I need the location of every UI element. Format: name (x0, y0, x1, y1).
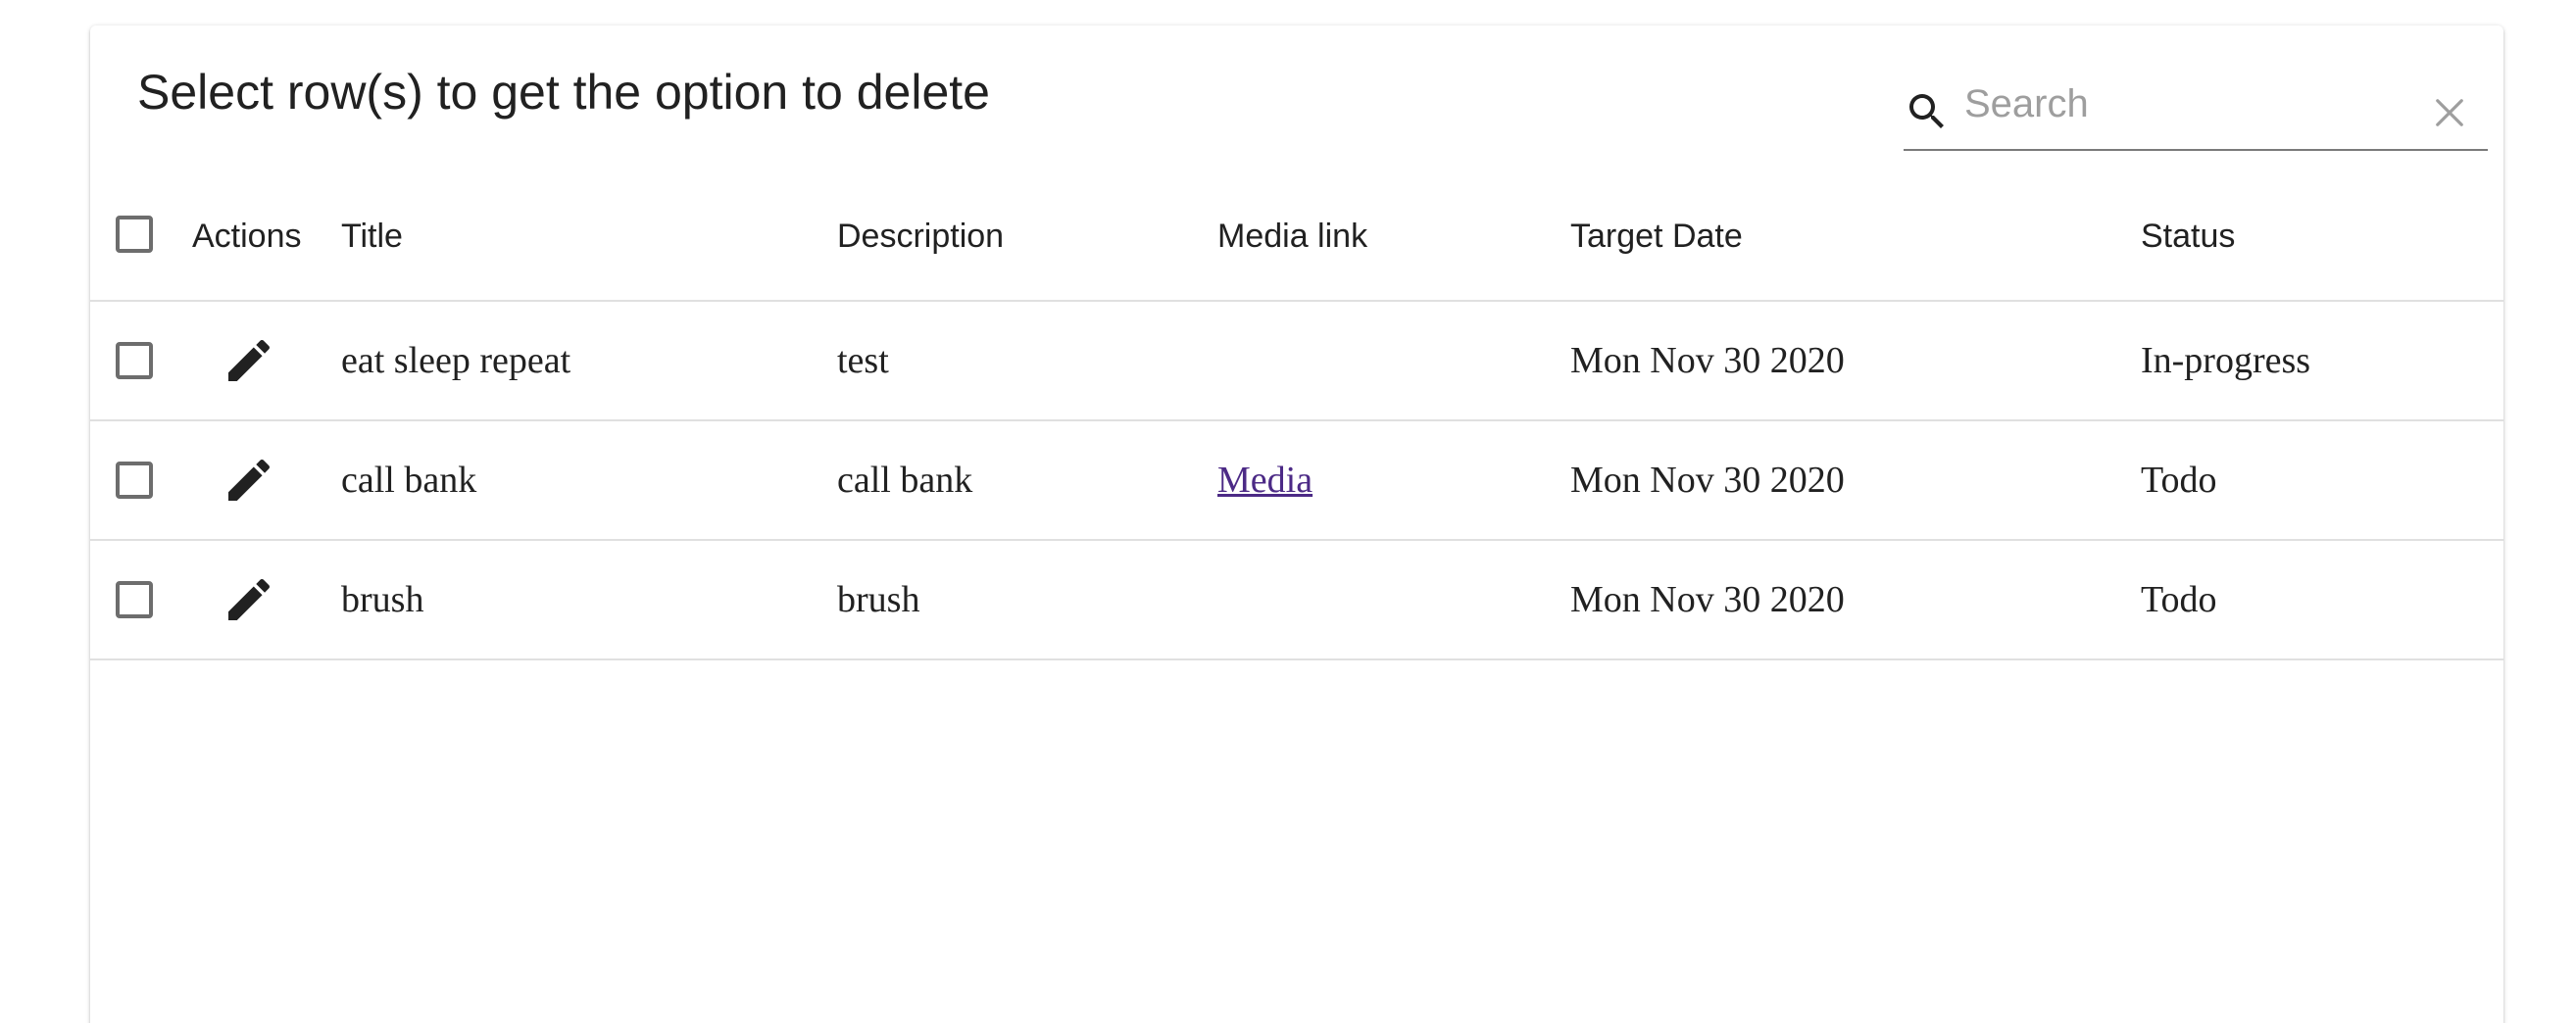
cell-description: test (837, 340, 889, 381)
table-panel: Select row(s) to get the option to delet… (90, 25, 2503, 1023)
cell-title: brush (341, 579, 424, 620)
table-row: brush brush Mon Nov 30 2020 Todo (90, 541, 2503, 660)
media-link[interactable]: Media (1217, 459, 1313, 502)
column-header-media-link[interactable]: Media link (1217, 172, 1367, 300)
column-header-title[interactable]: Title (341, 172, 403, 300)
table-row: call bank call bank Media Mon Nov 30 202… (90, 421, 2503, 541)
search-input[interactable] (1964, 74, 2386, 133)
cell-title: eat sleep repeat (341, 340, 571, 381)
search-icon (1909, 94, 1944, 128)
cell-target-date: Mon Nov 30 2020 (1570, 460, 1845, 501)
cell-description: call bank (837, 460, 973, 501)
column-header-actions: Actions (192, 217, 302, 255)
column-header-status[interactable]: Status (2141, 172, 2235, 300)
page-title: Select row(s) to get the option to delet… (137, 65, 990, 120)
cell-status: In-progress (2141, 340, 2311, 381)
column-header-target-date[interactable]: Target Date (1570, 172, 1743, 300)
pencil-edit-icon[interactable] (222, 333, 276, 388)
table-header-row: Actions Title Description Media link Tar… (90, 172, 2503, 302)
column-header-description[interactable]: Description (837, 172, 1004, 300)
row-checkbox[interactable] (116, 462, 153, 499)
row-checkbox[interactable] (116, 342, 153, 379)
cell-status: Todo (2141, 579, 2217, 620)
cell-target-date: Mon Nov 30 2020 (1570, 579, 1845, 620)
close-icon[interactable] (2429, 92, 2470, 133)
search-field (1904, 61, 2488, 151)
cell-status: Todo (2141, 460, 2217, 501)
row-checkbox[interactable] (116, 581, 153, 618)
cell-media-link: Media (1217, 421, 1313, 539)
cell-title: call bank (341, 460, 477, 501)
pencil-edit-icon[interactable] (222, 453, 276, 508)
select-all-checkbox[interactable] (116, 216, 153, 253)
cell-description: brush (837, 579, 920, 620)
table-row: eat sleep repeat test Mon Nov 30 2020 In… (90, 302, 2503, 421)
cell-target-date: Mon Nov 30 2020 (1570, 340, 1845, 381)
pencil-edit-icon[interactable] (222, 572, 276, 627)
